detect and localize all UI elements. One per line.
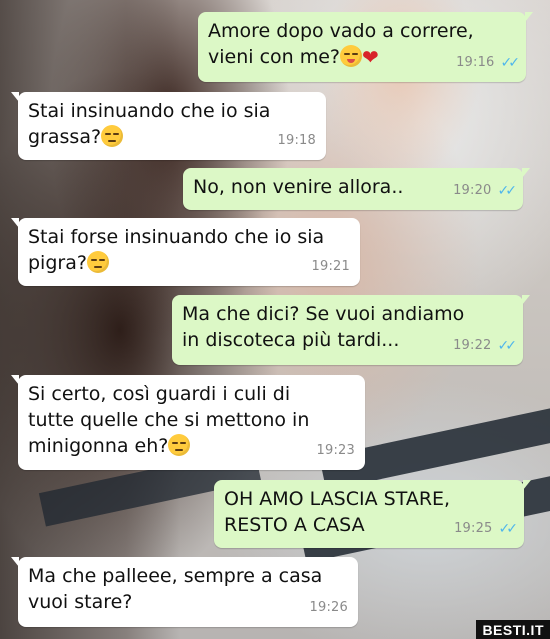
unamused-emoji [168, 434, 191, 456]
chat-bubble-outgoing[interactable]: No, non venire allora.. 19:20 ✓✓ [183, 168, 530, 210]
chat-bubble-incoming[interactable]: Si certo, così guardi i culi di tutte qu… [11, 375, 365, 470]
message-meta: 19:23 [317, 438, 355, 464]
chat-bubble-outgoing[interactable]: OH AMO LASCIA STARE, RESTO A CASA 19:25 … [214, 480, 531, 548]
read-ticks-icon: ✓✓ [498, 521, 519, 537]
message-meta: 19:16 ✓✓ [456, 50, 521, 76]
message-time: 19:26 [309, 600, 348, 615]
chat-bubble-outgoing[interactable]: Amore dopo vado a correre, vieni con me?… [198, 12, 533, 82]
message-time: 19:16 [456, 55, 495, 70]
red-heart-emoji: ❤ [362, 45, 379, 69]
chat-bubble-incoming[interactable]: Stai forse insinuando che io sia pigra? … [11, 218, 360, 286]
message-meta: 19:20 ✓✓ [453, 178, 518, 204]
chat-bubble-incoming[interactable]: Ma che palleee, sempre a casa vuoi stare… [11, 557, 358, 627]
message-meta: 19:21 [312, 254, 350, 280]
message-time: 19:18 [277, 133, 316, 148]
message-time: 19:22 [453, 338, 492, 353]
message-meta: 19:26 [310, 595, 348, 621]
chat-bubble-incoming[interactable]: Stai insinuando che io sia grassa? 19:18 [11, 92, 326, 160]
read-ticks-icon: ✓✓ [500, 55, 521, 71]
unamused-emoji [86, 251, 109, 273]
site-watermark: BESTI.IT [476, 620, 550, 639]
read-ticks-icon: ✓✓ [497, 183, 518, 199]
message-time: 19:23 [316, 443, 355, 458]
message-text: Ma che palleee, sempre a casa vuoi stare… [28, 565, 323, 613]
message-time: 19:20 [453, 183, 492, 198]
message-meta: 19:18 [278, 128, 316, 154]
unamused-emoji [101, 125, 124, 147]
message-time: 19:21 [311, 259, 350, 274]
read-ticks-icon: ✓✓ [497, 338, 518, 354]
message-meta: 19:25 ✓✓ [454, 516, 519, 542]
message-text: Si certo, così guardi i culi di tutte qu… [28, 383, 310, 457]
message-text: Stai forse insinuando che io sia pigra? [28, 226, 325, 274]
message-text: Stai insinuando che io sia grassa? [28, 100, 271, 148]
tongue-wink-emoji [340, 45, 363, 67]
message-meta: 19:22 ✓✓ [453, 333, 518, 359]
message-time: 19:25 [454, 521, 493, 536]
chat-bubble-outgoing[interactable]: Ma che dici? Se vuoi andiamo in discotec… [172, 295, 530, 365]
